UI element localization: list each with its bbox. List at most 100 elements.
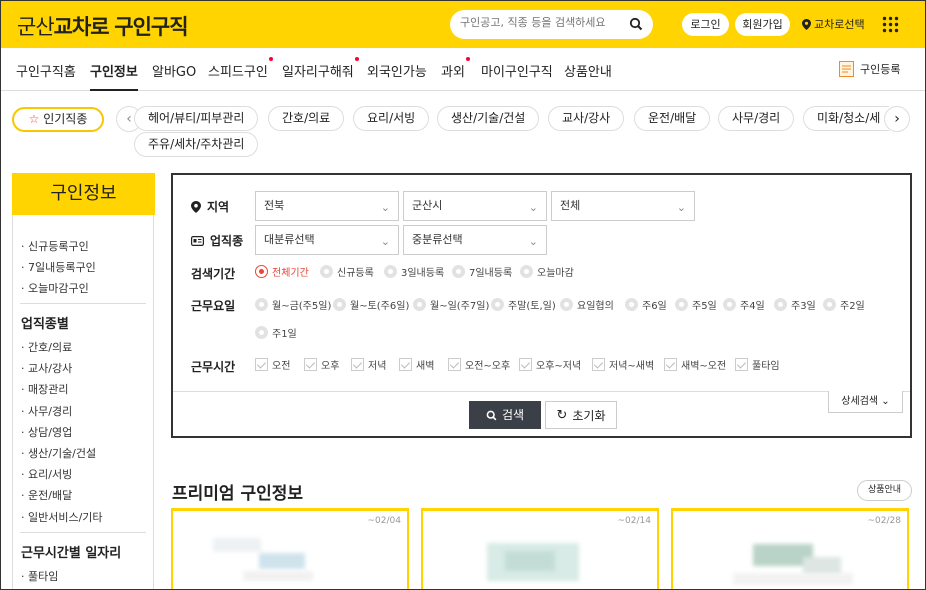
nav-job-info[interactable]: 구인정보	[90, 61, 138, 91]
nav-albago[interactable]: 알바GO	[152, 61, 196, 80]
reset-button[interactable]: ↻ 초기화	[545, 401, 617, 429]
sidebar-category-link[interactable]: · 간호/의료	[21, 339, 72, 355]
category-chip[interactable]: 교사/강사	[548, 106, 625, 131]
nav-products[interactable]: 상품안내	[564, 61, 612, 80]
region-city-select[interactable]: 군산시 ⌄	[403, 191, 547, 221]
workhours-checkbox[interactable]: 오전	[255, 357, 290, 372]
region-select-link[interactable]: 교차로선택	[802, 13, 865, 36]
workdays-radio[interactable]: 주4일	[723, 297, 765, 312]
workhours-checkbox[interactable]: 새벽~오전	[664, 357, 726, 372]
category-chip[interactable]: 주유/세차/주차관리	[134, 132, 259, 157]
chevron-down-icon: ⌄	[881, 396, 890, 407]
workdays-radio[interactable]: 주6일	[625, 297, 667, 312]
category-chip[interactable]: 생산/기술/건설	[437, 106, 540, 131]
site-logo[interactable]: 군산교차로 구인구직	[17, 11, 189, 41]
region-district-select[interactable]: 전체 ⌄	[551, 191, 695, 221]
sidebar-category-link[interactable]: · 상담/영업	[21, 424, 72, 440]
blurred-logo	[733, 573, 853, 585]
sidebar-category-link[interactable]: · 요리/서빙	[21, 466, 72, 482]
sidebar-link-label: 풀타임	[28, 570, 59, 583]
checkbox	[304, 358, 317, 371]
register-job-link[interactable]: 구인등록	[839, 61, 900, 77]
nav-foreigner-ok[interactable]: 외국인가능	[367, 61, 427, 80]
refresh-icon: ↻	[556, 407, 568, 423]
sidebar-hours-link[interactable]: · 풀타임	[21, 568, 58, 584]
period-radio[interactable]: 신규등록	[320, 264, 374, 279]
radio	[413, 298, 426, 311]
product-info-button[interactable]: 상품안내	[857, 480, 912, 501]
period-radio[interactable]: 전체기간	[255, 264, 309, 279]
nav-find-me-job[interactable]: 일자리구해줘	[282, 57, 359, 80]
period-radio[interactable]: 오늘마감	[520, 264, 574, 279]
sidebar-link-label: 상담/영업	[28, 426, 73, 439]
workdays-radio[interactable]: 월~일(주7일)	[413, 297, 489, 312]
workdays-radio[interactable]: 주말(토,일)	[491, 297, 556, 312]
category-chip[interactable]: 간호/의료	[268, 106, 345, 131]
search-button-label: 검색	[501, 408, 525, 422]
new-dot	[354, 57, 359, 61]
workdays-radio[interactable]: 주5일	[675, 297, 717, 312]
workhours-checkbox[interactable]: 오후~저녁	[519, 357, 581, 372]
workhours-checkbox[interactable]: 풀타임	[735, 357, 780, 372]
workdays-radio[interactable]: 주1일	[255, 325, 297, 340]
option-label: 오늘마감	[537, 268, 574, 279]
sidebar-category-link[interactable]: · 사무/경리	[21, 403, 72, 419]
premium-job-card[interactable]: ~02/14	[421, 508, 659, 589]
popular-jobs-button[interactable]: ☆ 인기직종	[12, 107, 104, 132]
category-chip[interactable]: 헤어/뷰티/피부관리	[134, 106, 259, 131]
login-button[interactable]: 로그인	[682, 13, 729, 36]
premium-job-card[interactable]: ~02/04	[171, 508, 409, 589]
sidebar-category-link[interactable]: · 교사/강사	[21, 360, 72, 376]
workhours-checkbox[interactable]: 오전~오후	[448, 357, 510, 372]
workdays-radio[interactable]: 주3일	[774, 297, 816, 312]
search-icon[interactable]	[629, 17, 643, 31]
workhours-checkbox[interactable]: 저녁	[351, 357, 386, 372]
sidebar-quick-link[interactable]: · 오늘마감구인	[21, 280, 89, 296]
option-label: 신규등록	[337, 268, 374, 279]
workdays-radio[interactable]: 월~토(주6일)	[333, 297, 409, 312]
sidebar-category-link[interactable]: · 매장관리	[21, 381, 68, 397]
category-chip[interactable]: 미화/청소/세	[803, 106, 889, 131]
select-value: 대분류선택	[264, 233, 315, 246]
nav-speed-hire[interactable]: 스피드구인	[208, 57, 273, 80]
workdays-radio[interactable]: 요일협의	[560, 297, 614, 312]
workdays-radio[interactable]: 주2일	[823, 297, 865, 312]
option-label: 새벽	[416, 361, 435, 372]
category-chip[interactable]: 사무/경리	[718, 106, 795, 131]
card-deadline: ~02/28	[867, 516, 901, 526]
period-radio[interactable]: 7일내등록	[452, 264, 512, 279]
main-navigation: 구인구직홈 구인정보 알바GO 스피드구인 일자리구해줘 외국인가능 과외 마이…	[1, 48, 925, 91]
category-chip[interactable]: 운전/배달	[634, 106, 711, 131]
workhours-checkbox[interactable]: 오후	[304, 357, 339, 372]
option-label: 저녁~새벽	[609, 361, 655, 372]
workhours-checkbox[interactable]: 저녁~새벽	[592, 357, 654, 372]
sidebar-section-title: 업직종별	[21, 317, 69, 332]
nav-tutoring[interactable]: 과외	[441, 57, 470, 80]
category-next-button[interactable]: ›	[884, 106, 910, 132]
workhours-checkbox[interactable]: 새벽	[399, 357, 434, 372]
sidebar-category-link[interactable]: · 일반서비스/기타	[21, 509, 103, 525]
nav-my-jobs[interactable]: 마이구인구직	[481, 61, 553, 80]
job-minor-select[interactable]: 중분류선택 ⌄	[403, 225, 547, 255]
category-chip[interactable]: 요리/서빙	[353, 106, 430, 131]
search-input[interactable]	[460, 16, 625, 29]
detail-search-button[interactable]: 상세검색 ⌄	[828, 391, 903, 413]
sidebar-link-label: 7일내등록구인	[28, 261, 96, 274]
menu-grid-icon[interactable]	[882, 16, 899, 33]
nav-home[interactable]: 구인구직홈	[16, 61, 76, 80]
period-radio[interactable]: 3일내등록	[384, 264, 444, 279]
option-label: 주1일	[272, 329, 297, 340]
signup-button[interactable]: 회원가입	[735, 13, 790, 36]
workdays-radio[interactable]: 월~금(주5일)	[255, 297, 331, 312]
search-button[interactable]: 검색	[469, 401, 541, 429]
job-major-select[interactable]: 대분류선택 ⌄	[255, 225, 399, 255]
region-province-select[interactable]: 전북 ⌄	[255, 191, 399, 221]
top-header: 군산교차로 구인구직 로그인 회원가입 교차로선택	[1, 1, 925, 48]
premium-job-card[interactable]: ~02/28	[671, 508, 909, 589]
filter-divider	[173, 391, 910, 392]
sidebar-category-link[interactable]: · 생산/기술/건설	[21, 445, 96, 461]
sidebar-quick-link[interactable]: · 7일내등록구인	[21, 259, 96, 275]
sidebar-quick-link[interactable]: · 신규등록구인	[21, 238, 89, 254]
sidebar-category-link[interactable]: · 운전/배달	[21, 487, 72, 503]
premium-section-title: 프리미엄 구인정보	[172, 484, 304, 504]
